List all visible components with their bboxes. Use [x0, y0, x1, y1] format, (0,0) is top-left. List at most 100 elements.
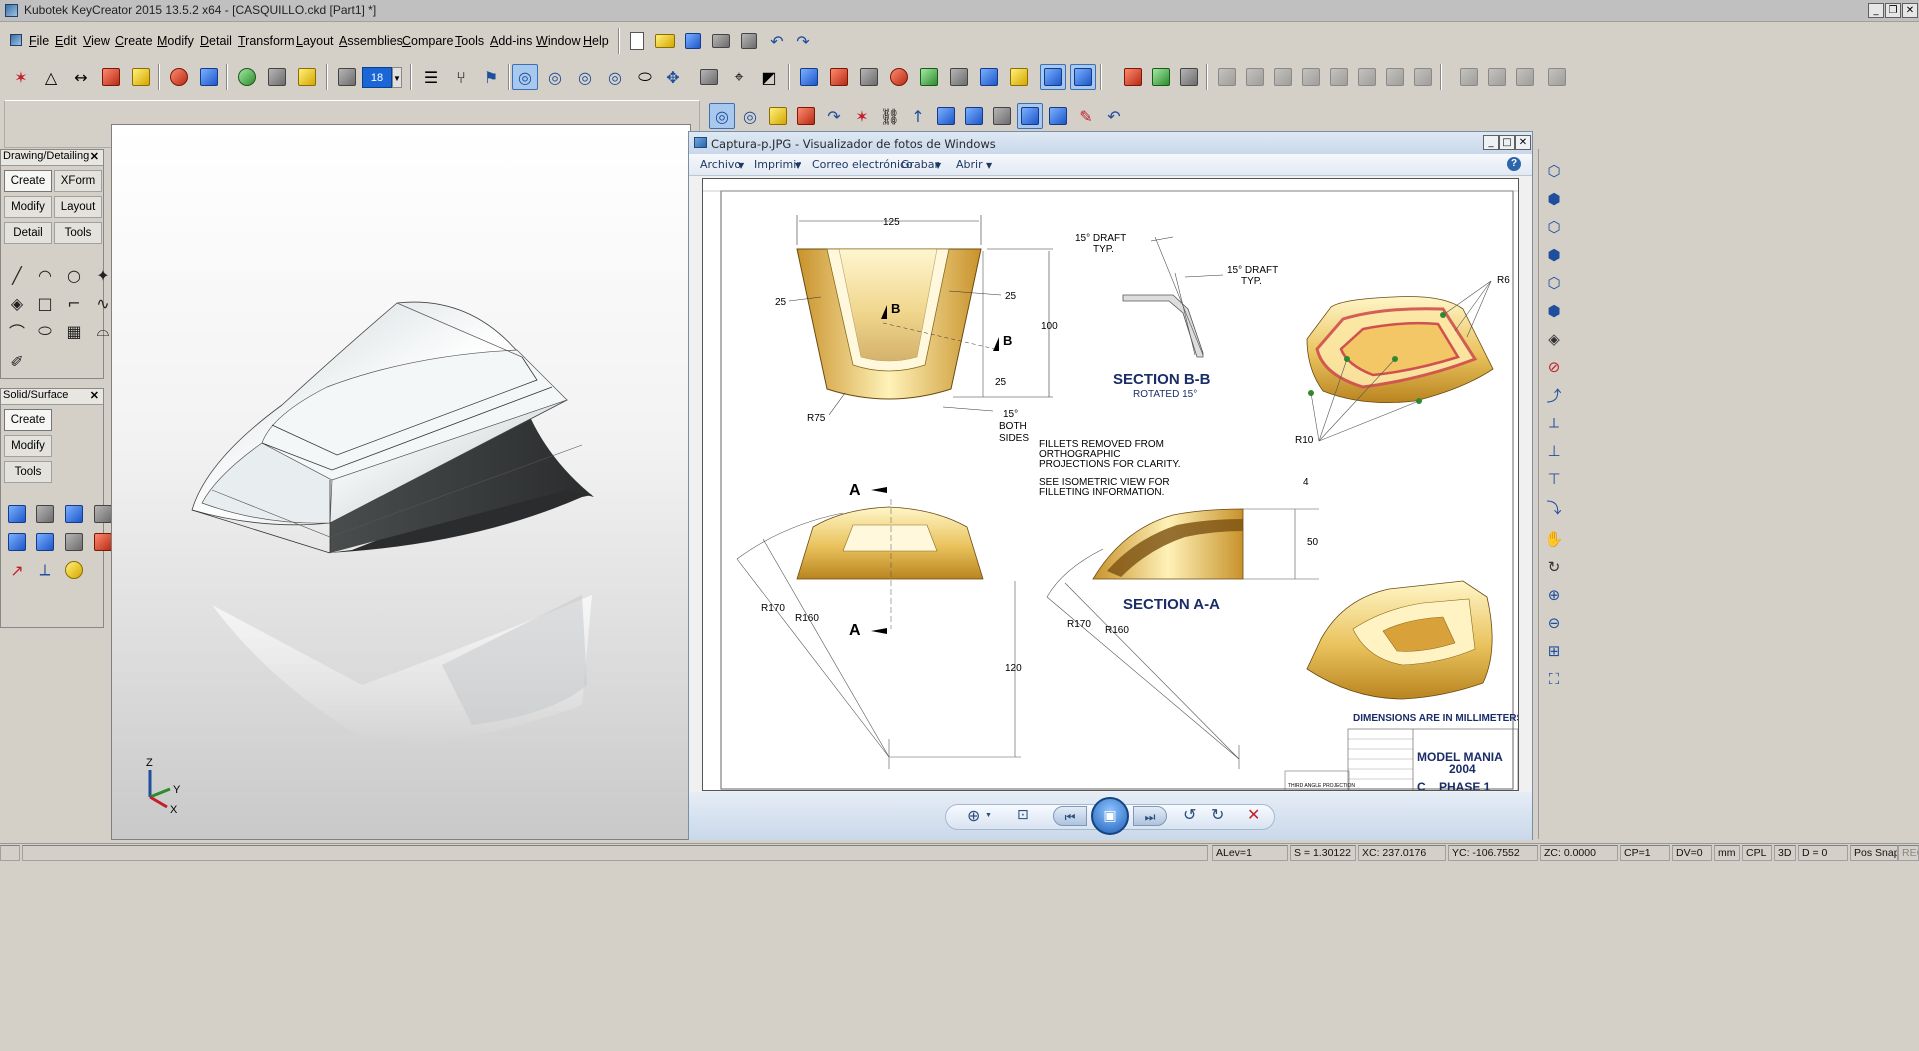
view-no-icon[interactable]: ⊘	[1543, 356, 1565, 378]
close-button[interactable]: ✕	[1902, 3, 1918, 18]
circle-icon[interactable]: ○	[63, 264, 85, 286]
rotate-view-icon[interactable]: ◎	[737, 103, 763, 129]
solid-modify-button[interactable]: Modify	[4, 435, 52, 457]
photo-menu-imprimir[interactable]: Imprimir	[754, 158, 801, 171]
view-front-icon[interactable]: ◎	[542, 64, 568, 90]
box-view2-icon[interactable]	[961, 103, 987, 129]
status-rec[interactable]: REC	[1898, 845, 1919, 861]
minimize-button[interactable]: _	[1868, 3, 1884, 18]
sheet-icon[interactable]	[1176, 64, 1202, 90]
solid-create-button[interactable]: Create	[4, 409, 52, 431]
filter-icon[interactable]: ⚑	[478, 64, 504, 90]
zoom-window-icon[interactable]: ⊞	[1543, 640, 1565, 662]
box-icon[interactable]	[796, 64, 822, 90]
layers-icon[interactable]	[98, 64, 124, 90]
snap-icon[interactable]: ✶	[8, 64, 34, 90]
axis-triad2-icon[interactable]: ⊥	[1543, 440, 1565, 462]
arc-icon[interactable]: ◠	[34, 264, 56, 286]
layer-select-icon[interactable]	[334, 64, 360, 90]
model-viewport[interactable]: Z Y X	[111, 124, 691, 840]
drawing-layout-button[interactable]: Layout	[54, 196, 102, 218]
rotate-hand-icon[interactable]: ↻	[1543, 556, 1565, 578]
next-icon[interactable]: ⏭	[1133, 806, 1167, 826]
photo-menu-archivo[interactable]: Archivo	[700, 158, 741, 171]
menu-help[interactable]: Help	[583, 34, 609, 48]
zoom-in-icon[interactable]: ⊕	[1543, 584, 1565, 606]
solid-panel-close-icon[interactable]: ✕	[90, 389, 99, 402]
status-mode[interactable]: 3D	[1774, 845, 1796, 861]
camera-icon[interactable]	[696, 64, 722, 90]
edge-icon[interactable]	[1006, 64, 1032, 90]
view-top-cube-icon[interactable]: ⬡	[1543, 272, 1565, 294]
fillet-icon[interactable]: ⌒	[6, 320, 28, 342]
color-cube2-icon[interactable]	[1148, 64, 1174, 90]
abrir-dropdown-icon[interactable]: ▼	[986, 161, 992, 170]
transform-icon[interactable]: ✥	[660, 64, 686, 90]
tree-icon[interactable]: ⑂	[448, 64, 474, 90]
print-icon[interactable]	[708, 28, 734, 54]
drawing-modify-button[interactable]: Modify	[4, 196, 52, 218]
solid-extrude-icon[interactable]	[6, 531, 28, 553]
solid-shell-icon[interactable]	[63, 503, 85, 525]
cylinder-icon[interactable]: ⬭	[632, 64, 658, 90]
line-icon[interactable]: ╱	[6, 264, 28, 286]
globe-icon[interactable]	[234, 64, 260, 90]
menu-file[interactable]: File	[29, 34, 49, 48]
status-dv[interactable]: DV=0	[1672, 845, 1712, 861]
axis-triad4-icon[interactable]: ⤵	[1543, 496, 1565, 518]
layer-dropdown-arrow[interactable]: ▼	[392, 67, 402, 88]
drawing-panel-close-icon[interactable]: ✕	[90, 150, 99, 163]
menu-layout[interactable]: Layout	[296, 34, 334, 48]
view-side-icon[interactable]: ◎	[572, 64, 598, 90]
solid-sweep-icon[interactable]	[63, 531, 85, 553]
red-cube-icon[interactable]	[793, 103, 819, 129]
arrow-up-icon[interactable]: ↑	[905, 103, 931, 129]
solid-light-icon[interactable]	[63, 559, 85, 581]
photo-menu-abrir[interactable]: Abrir	[956, 158, 983, 171]
status-snap[interactable]: Pos Snap	[1850, 845, 1898, 861]
open-folder-icon[interactable]	[652, 28, 678, 54]
pan-icon[interactable]: ✋	[1543, 528, 1565, 550]
menu-window[interactable]: Window	[536, 34, 580, 48]
new-file-icon[interactable]	[624, 28, 650, 54]
axis-triad3-icon[interactable]: ⊤	[1543, 468, 1565, 490]
color-wheel-icon[interactable]	[166, 64, 192, 90]
status-cpl[interactable]: CPL	[1742, 845, 1772, 861]
view-front-cube-icon[interactable]: ⬡	[1543, 160, 1565, 182]
status-cp[interactable]: CP=1	[1620, 845, 1670, 861]
solid-tools-button[interactable]: Tools	[4, 461, 52, 483]
view-iso-cube-icon[interactable]: ◈	[1543, 328, 1565, 350]
previous-icon[interactable]: ⏮	[1053, 806, 1087, 826]
chain-icon[interactable]: ⛓	[877, 103, 903, 129]
imprimir-dropdown-icon[interactable]: ▼	[795, 161, 801, 170]
shaded-cube-icon[interactable]	[765, 103, 791, 129]
rotate-right-icon[interactable]: ↻	[1211, 805, 1224, 824]
ellipse-point-icon[interactable]: ◈	[6, 292, 28, 314]
solid-coord-icon[interactable]: ⟂	[34, 559, 56, 581]
triangle-icon[interactable]: △	[38, 64, 64, 90]
view-top-icon[interactable]: ◎	[512, 64, 538, 90]
box-view-icon[interactable]	[933, 103, 959, 129]
box-view5-icon[interactable]	[1045, 103, 1071, 129]
box-view4-icon[interactable]	[1017, 103, 1043, 129]
menu-create[interactable]: Create	[115, 34, 153, 48]
view-bottom-cube-icon[interactable]: ⬢	[1543, 300, 1565, 322]
solid-revolve-icon[interactable]	[34, 531, 56, 553]
fit-window-icon[interactable]: ⊡	[1017, 807, 1029, 823]
polyline-icon[interactable]: ⌐	[63, 292, 85, 314]
align-icon[interactable]	[826, 64, 852, 90]
view-iso-icon[interactable]: ◎	[602, 64, 628, 90]
view-left-cube-icon[interactable]: ⬡	[1543, 216, 1565, 238]
render-icon[interactable]: ◩	[756, 64, 782, 90]
redo-icon[interactable]: ↷	[790, 28, 816, 54]
photo-close-button[interactable]: ✕	[1515, 135, 1531, 150]
axis-arrow-icon[interactable]: ⤴	[1543, 384, 1565, 406]
menu-modify[interactable]: Modify	[157, 34, 194, 48]
help-icon[interactable]: ?	[1507, 157, 1521, 171]
photo-maximize-button[interactable]: □	[1499, 135, 1515, 150]
node-icon[interactable]	[916, 64, 942, 90]
zoom-icon[interactable]: ⊕	[967, 806, 980, 825]
wire-mode-icon[interactable]	[1070, 64, 1096, 90]
view-right-cube-icon[interactable]: ⬢	[1543, 244, 1565, 266]
menu-compare[interactable]: Compare	[402, 34, 453, 48]
